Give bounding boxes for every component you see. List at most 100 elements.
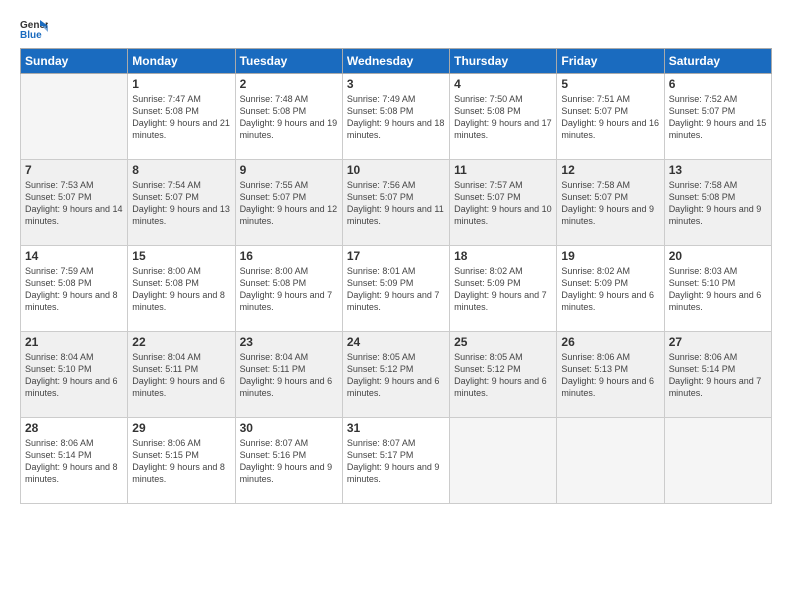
- day-number: 5: [561, 77, 659, 91]
- day-number: 2: [240, 77, 338, 91]
- day-info: Sunrise: 8:00 AM Sunset: 5:08 PM Dayligh…: [132, 265, 230, 314]
- day-header-sunday: Sunday: [21, 49, 128, 74]
- page: General Blue SundayMondayTuesdayWednesda…: [0, 0, 792, 612]
- calendar-cell: 10 Sunrise: 7:56 AM Sunset: 5:07 PM Dayl…: [342, 160, 449, 246]
- day-number: 8: [132, 163, 230, 177]
- day-number: 18: [454, 249, 552, 263]
- day-info: Sunrise: 7:57 AM Sunset: 5:07 PM Dayligh…: [454, 179, 552, 228]
- day-number: 9: [240, 163, 338, 177]
- day-number: 14: [25, 249, 123, 263]
- calendar-cell: 2 Sunrise: 7:48 AM Sunset: 5:08 PM Dayli…: [235, 74, 342, 160]
- logo-icon: General Blue: [20, 18, 48, 40]
- day-number: 30: [240, 421, 338, 435]
- day-number: 12: [561, 163, 659, 177]
- day-number: 20: [669, 249, 767, 263]
- day-info: Sunrise: 8:03 AM Sunset: 5:10 PM Dayligh…: [669, 265, 767, 314]
- day-number: 19: [561, 249, 659, 263]
- day-info: Sunrise: 7:50 AM Sunset: 5:08 PM Dayligh…: [454, 93, 552, 142]
- calendar-cell: 4 Sunrise: 7:50 AM Sunset: 5:08 PM Dayli…: [450, 74, 557, 160]
- day-info: Sunrise: 8:07 AM Sunset: 5:16 PM Dayligh…: [240, 437, 338, 486]
- day-info: Sunrise: 8:06 AM Sunset: 5:15 PM Dayligh…: [132, 437, 230, 486]
- calendar-header-row: SundayMondayTuesdayWednesdayThursdayFrid…: [21, 49, 772, 74]
- calendar-cell: 15 Sunrise: 8:00 AM Sunset: 5:08 PM Dayl…: [128, 246, 235, 332]
- calendar-cell: 30 Sunrise: 8:07 AM Sunset: 5:16 PM Dayl…: [235, 418, 342, 504]
- calendar-cell: [664, 418, 771, 504]
- calendar-cell: 12 Sunrise: 7:58 AM Sunset: 5:07 PM Dayl…: [557, 160, 664, 246]
- day-number: 29: [132, 421, 230, 435]
- calendar-cell: [450, 418, 557, 504]
- day-info: Sunrise: 7:56 AM Sunset: 5:07 PM Dayligh…: [347, 179, 445, 228]
- day-header-wednesday: Wednesday: [342, 49, 449, 74]
- day-info: Sunrise: 7:49 AM Sunset: 5:08 PM Dayligh…: [347, 93, 445, 142]
- day-info: Sunrise: 7:53 AM Sunset: 5:07 PM Dayligh…: [25, 179, 123, 228]
- calendar-cell: 18 Sunrise: 8:02 AM Sunset: 5:09 PM Dayl…: [450, 246, 557, 332]
- calendar-cell: 26 Sunrise: 8:06 AM Sunset: 5:13 PM Dayl…: [557, 332, 664, 418]
- calendar-cell: 7 Sunrise: 7:53 AM Sunset: 5:07 PM Dayli…: [21, 160, 128, 246]
- day-info: Sunrise: 7:54 AM Sunset: 5:07 PM Dayligh…: [132, 179, 230, 228]
- header: General Blue: [20, 18, 772, 40]
- logo: General Blue: [20, 18, 52, 40]
- day-number: 6: [669, 77, 767, 91]
- calendar-cell: 3 Sunrise: 7:49 AM Sunset: 5:08 PM Dayli…: [342, 74, 449, 160]
- calendar-cell: 19 Sunrise: 8:02 AM Sunset: 5:09 PM Dayl…: [557, 246, 664, 332]
- day-info: Sunrise: 8:01 AM Sunset: 5:09 PM Dayligh…: [347, 265, 445, 314]
- calendar-cell: 22 Sunrise: 8:04 AM Sunset: 5:11 PM Dayl…: [128, 332, 235, 418]
- day-number: 4: [454, 77, 552, 91]
- day-number: 23: [240, 335, 338, 349]
- day-number: 17: [347, 249, 445, 263]
- calendar-cell: 31 Sunrise: 8:07 AM Sunset: 5:17 PM Dayl…: [342, 418, 449, 504]
- day-info: Sunrise: 8:04 AM Sunset: 5:11 PM Dayligh…: [240, 351, 338, 400]
- day-header-tuesday: Tuesday: [235, 49, 342, 74]
- day-header-saturday: Saturday: [664, 49, 771, 74]
- day-number: 31: [347, 421, 445, 435]
- day-info: Sunrise: 8:06 AM Sunset: 5:14 PM Dayligh…: [669, 351, 767, 400]
- calendar-cell: 1 Sunrise: 7:47 AM Sunset: 5:08 PM Dayli…: [128, 74, 235, 160]
- calendar-cell: 13 Sunrise: 7:58 AM Sunset: 5:08 PM Dayl…: [664, 160, 771, 246]
- calendar-cell: 28 Sunrise: 8:06 AM Sunset: 5:14 PM Dayl…: [21, 418, 128, 504]
- calendar-cell: 8 Sunrise: 7:54 AM Sunset: 5:07 PM Dayli…: [128, 160, 235, 246]
- day-info: Sunrise: 7:59 AM Sunset: 5:08 PM Dayligh…: [25, 265, 123, 314]
- day-info: Sunrise: 7:47 AM Sunset: 5:08 PM Dayligh…: [132, 93, 230, 142]
- calendar-week-row: 21 Sunrise: 8:04 AM Sunset: 5:10 PM Dayl…: [21, 332, 772, 418]
- day-number: 7: [25, 163, 123, 177]
- calendar-cell: 9 Sunrise: 7:55 AM Sunset: 5:07 PM Dayli…: [235, 160, 342, 246]
- day-info: Sunrise: 7:48 AM Sunset: 5:08 PM Dayligh…: [240, 93, 338, 142]
- day-number: 26: [561, 335, 659, 349]
- day-number: 10: [347, 163, 445, 177]
- calendar-cell: 14 Sunrise: 7:59 AM Sunset: 5:08 PM Dayl…: [21, 246, 128, 332]
- day-number: 1: [132, 77, 230, 91]
- day-info: Sunrise: 8:02 AM Sunset: 5:09 PM Dayligh…: [561, 265, 659, 314]
- calendar-cell: 29 Sunrise: 8:06 AM Sunset: 5:15 PM Dayl…: [128, 418, 235, 504]
- calendar-week-row: 1 Sunrise: 7:47 AM Sunset: 5:08 PM Dayli…: [21, 74, 772, 160]
- calendar-week-row: 28 Sunrise: 8:06 AM Sunset: 5:14 PM Dayl…: [21, 418, 772, 504]
- calendar-cell: 5 Sunrise: 7:51 AM Sunset: 5:07 PM Dayli…: [557, 74, 664, 160]
- calendar-week-row: 14 Sunrise: 7:59 AM Sunset: 5:08 PM Dayl…: [21, 246, 772, 332]
- day-number: 27: [669, 335, 767, 349]
- day-header-friday: Friday: [557, 49, 664, 74]
- day-number: 13: [669, 163, 767, 177]
- day-info: Sunrise: 8:06 AM Sunset: 5:13 PM Dayligh…: [561, 351, 659, 400]
- day-header-monday: Monday: [128, 49, 235, 74]
- day-info: Sunrise: 8:05 AM Sunset: 5:12 PM Dayligh…: [454, 351, 552, 400]
- day-number: 24: [347, 335, 445, 349]
- day-number: 21: [25, 335, 123, 349]
- day-info: Sunrise: 7:58 AM Sunset: 5:07 PM Dayligh…: [561, 179, 659, 228]
- day-info: Sunrise: 8:04 AM Sunset: 5:11 PM Dayligh…: [132, 351, 230, 400]
- day-info: Sunrise: 7:51 AM Sunset: 5:07 PM Dayligh…: [561, 93, 659, 142]
- calendar-cell: 24 Sunrise: 8:05 AM Sunset: 5:12 PM Dayl…: [342, 332, 449, 418]
- day-info: Sunrise: 8:00 AM Sunset: 5:08 PM Dayligh…: [240, 265, 338, 314]
- day-info: Sunrise: 8:07 AM Sunset: 5:17 PM Dayligh…: [347, 437, 445, 486]
- day-number: 15: [132, 249, 230, 263]
- day-number: 16: [240, 249, 338, 263]
- day-info: Sunrise: 7:55 AM Sunset: 5:07 PM Dayligh…: [240, 179, 338, 228]
- calendar-cell: [557, 418, 664, 504]
- day-info: Sunrise: 7:58 AM Sunset: 5:08 PM Dayligh…: [669, 179, 767, 228]
- day-info: Sunrise: 7:52 AM Sunset: 5:07 PM Dayligh…: [669, 93, 767, 142]
- day-info: Sunrise: 8:05 AM Sunset: 5:12 PM Dayligh…: [347, 351, 445, 400]
- calendar-table: SundayMondayTuesdayWednesdayThursdayFrid…: [20, 48, 772, 504]
- calendar-cell: 17 Sunrise: 8:01 AM Sunset: 5:09 PM Dayl…: [342, 246, 449, 332]
- day-number: 11: [454, 163, 552, 177]
- day-info: Sunrise: 8:04 AM Sunset: 5:10 PM Dayligh…: [25, 351, 123, 400]
- calendar-cell: [21, 74, 128, 160]
- day-number: 22: [132, 335, 230, 349]
